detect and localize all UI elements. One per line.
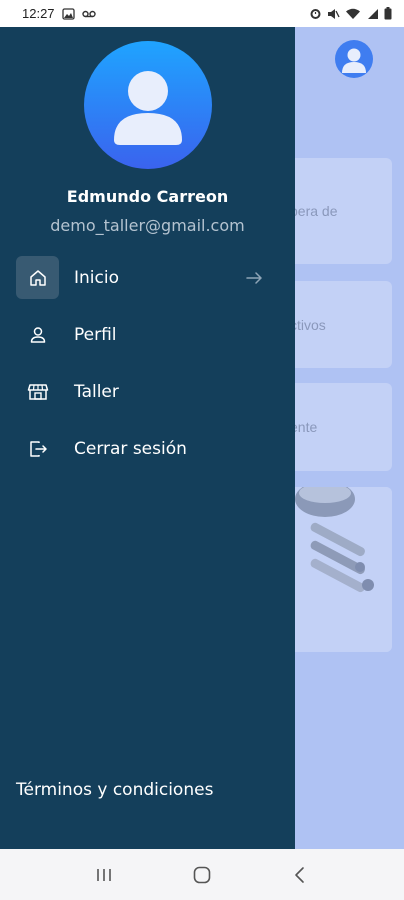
navigation-drawer: Edmundo Carreon demo_taller@gmail.com In… xyxy=(0,27,295,849)
home-icon xyxy=(16,256,59,299)
system-nav-bar xyxy=(0,849,404,900)
menu-item-inicio[interactable]: Inicio xyxy=(0,256,295,299)
drawer-menu: Inicio Perfil Taller Cerrar sesión xyxy=(0,256,295,484)
menu-item-label: Taller xyxy=(74,381,119,402)
background-card-text: ctivos xyxy=(290,316,326,333)
menu-item-cerrar-sesion[interactable]: Cerrar sesión xyxy=(0,427,295,470)
voicemail-icon xyxy=(81,10,96,18)
user-name: Edmundo Carreon xyxy=(66,187,229,206)
background-card-text: pera de xyxy=(290,203,338,219)
signal-icon xyxy=(366,8,379,20)
user-avatar-icon xyxy=(84,41,212,169)
profile-avatar-icon[interactable] xyxy=(335,40,373,78)
store-icon xyxy=(16,370,59,413)
back-icon[interactable] xyxy=(280,855,320,895)
gallery-icon xyxy=(61,7,75,20)
menu-item-label: Perfil xyxy=(74,324,117,345)
logout-icon xyxy=(16,427,59,470)
battery-icon xyxy=(384,7,392,20)
menu-item-perfil[interactable]: Perfil xyxy=(0,313,295,356)
user-icon xyxy=(16,313,59,356)
menu-item-label: Cerrar sesión xyxy=(74,438,187,459)
arrow-right-icon xyxy=(244,268,264,292)
mute-icon xyxy=(327,8,340,20)
wifi-icon xyxy=(345,8,361,20)
user-email: demo_taller@gmail.com xyxy=(50,216,245,235)
status-time: 12:27 xyxy=(22,6,55,21)
status-bar: 12:27 xyxy=(0,0,404,27)
menu-item-label: Inicio xyxy=(74,267,119,288)
alarm-icon xyxy=(309,7,322,20)
home-button-icon[interactable] xyxy=(182,855,222,895)
terms-link[interactable]: Términos y condiciones xyxy=(16,780,213,800)
menu-item-taller[interactable]: Taller xyxy=(0,370,295,413)
recent-apps-icon[interactable] xyxy=(84,855,124,895)
